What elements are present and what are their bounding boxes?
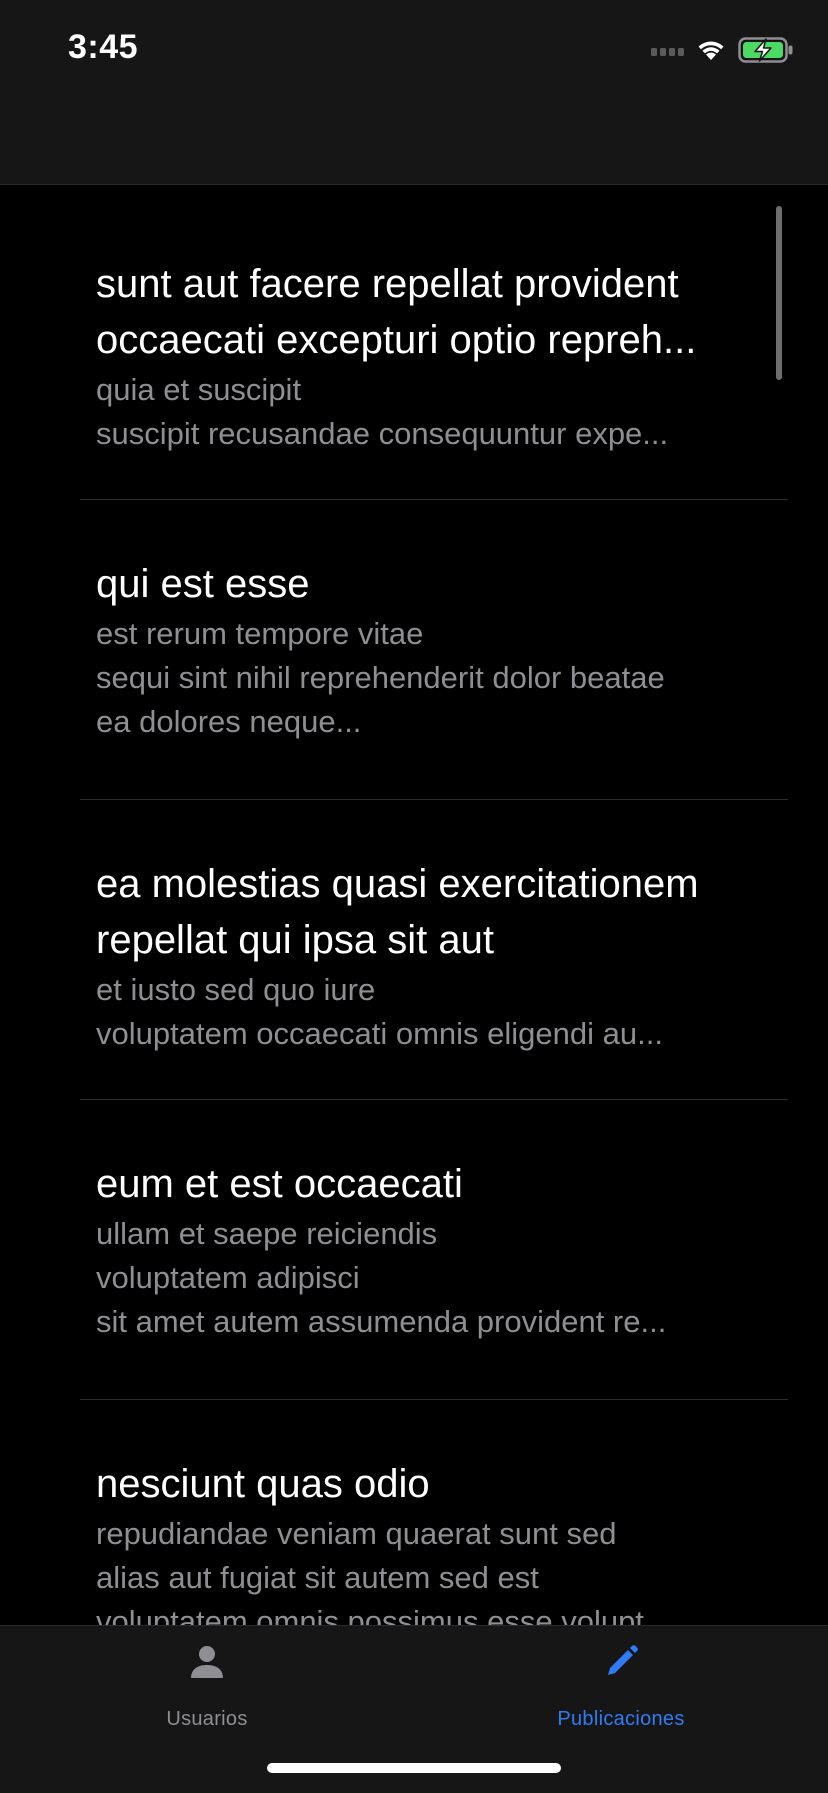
post-title-line: sunt aut facere repellat provident — [96, 262, 679, 306]
tab-publicaciones[interactable]: Publicaciones — [414, 1626, 828, 1736]
post-title-line: eum et est occaecati — [96, 1162, 463, 1206]
post-body-line: sit amet autem assumenda provident re... — [96, 1304, 667, 1339]
post-title-line: qui est esse — [96, 562, 310, 606]
person-icon — [191, 1646, 223, 1678]
home-indicator[interactable] — [267, 1763, 561, 1773]
post-body-line: voluptatem omnis possimus esse volupt... — [96, 1604, 670, 1625]
post-body-line: suscipit recusandae consequuntur expe... — [96, 416, 669, 451]
post-title-line: occaecati excepturi optio repreh... — [96, 318, 697, 362]
tab-label-publicaciones: Publicaciones — [557, 1708, 685, 1730]
tab-usuarios[interactable]: Usuarios — [0, 1626, 414, 1736]
post-body-line: alias aut fugiat sit autem sed est — [96, 1560, 539, 1595]
post-row[interactable]: eum et est occaecati ullam et saepe reic… — [80, 1100, 788, 1400]
post-row[interactable]: qui est esse est rerum tempore vitae seq… — [80, 500, 788, 800]
post-title-line: nesciunt quas odio — [96, 1462, 430, 1506]
navigation-header: 3:45 — [0, 0, 828, 185]
battery-charging-icon — [738, 37, 793, 63]
wifi-icon — [698, 41, 724, 60]
cellular-signal-icon — [651, 44, 684, 56]
post-title-line: repellat qui ipsa sit aut — [96, 918, 495, 962]
post-body-line: est rerum tempore vitae — [96, 616, 424, 651]
post-title-line: ea molestias quasi exercitationem — [96, 862, 699, 906]
status-time: 3:45 — [68, 28, 139, 66]
post-row[interactable]: nesciunt quas odio repudiandae veniam qu… — [80, 1400, 788, 1625]
post-body-line: repudiandae veniam quaerat sunt sed — [96, 1516, 617, 1551]
post-row[interactable]: ea molestias quasi exercitationem repell… — [80, 800, 788, 1100]
post-row[interactable]: sunt aut facere repellat provident occae… — [80, 185, 788, 500]
post-body-line: voluptatem adipisci — [96, 1260, 360, 1295]
post-body-line: ullam et saepe reiciendis — [96, 1216, 438, 1251]
post-body-line: sequi sint nihil reprehenderit dolor bea… — [96, 660, 665, 695]
post-body-line: quia et suscipit — [96, 372, 302, 407]
status-icons — [651, 36, 794, 64]
post-body-line: voluptatem occaecati omnis eligendi au..… — [96, 1016, 663, 1051]
tab-label-usuarios: Usuarios — [166, 1708, 248, 1730]
posts-list[interactable]: sunt aut facere repellat provident occae… — [0, 185, 828, 1625]
post-body-line: ea dolores neque... — [96, 704, 362, 739]
post-body-line: et iusto sed quo iure — [96, 972, 376, 1007]
pencil-icon — [608, 1645, 638, 1675]
